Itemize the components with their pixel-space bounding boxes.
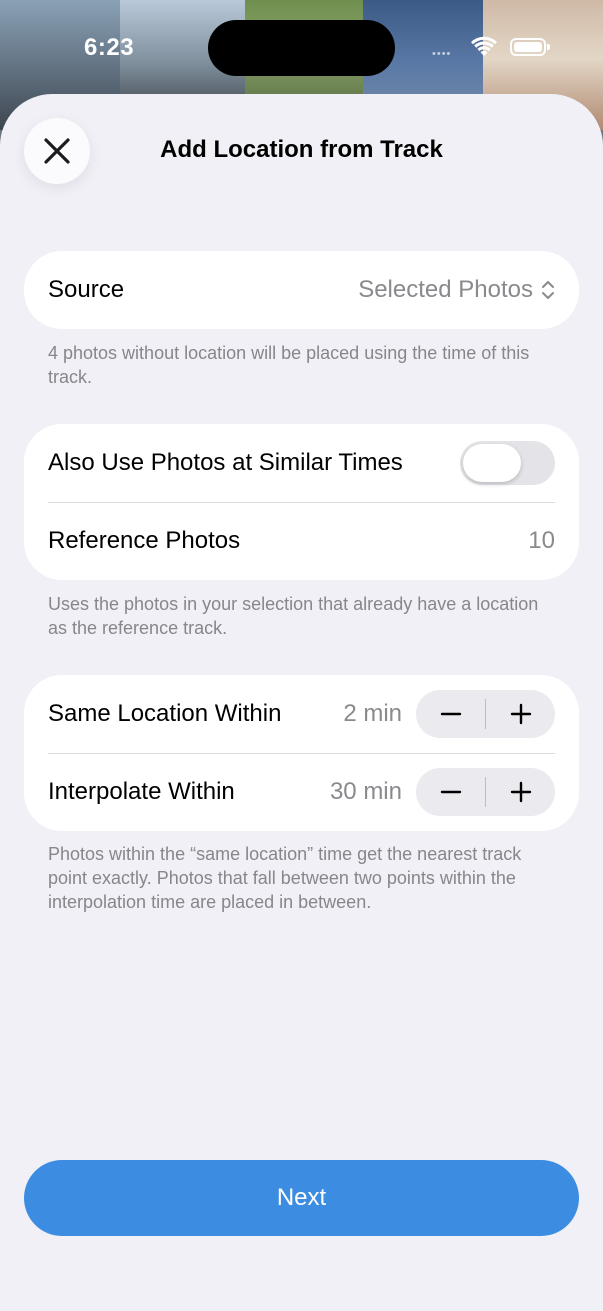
source-row[interactable]: Source Selected Photos: [24, 251, 579, 329]
reference-photos-row: Reference Photos 10: [24, 502, 579, 580]
interpolate-value: 30 min: [329, 778, 402, 805]
sheet-title: Add Location from Track: [160, 136, 443, 163]
next-button[interactable]: Next: [24, 1160, 579, 1236]
plus-icon: [510, 703, 531, 725]
interpolate-decrement-button[interactable]: [416, 768, 485, 816]
similar-times-card: Also Use Photos at Similar Times Referen…: [24, 424, 579, 580]
add-location-sheet: Add Location from Track Source Selected …: [0, 94, 603, 1311]
source-footnote: 4 photos without location will be placed…: [48, 343, 530, 387]
chevron-up-down-icon: [542, 281, 554, 299]
same-location-row: Same Location Within 2 min: [24, 675, 579, 753]
source-label: Source: [48, 276, 125, 303]
source-picker-value: Selected Photos: [358, 276, 533, 303]
source-picker[interactable]: Selected Photos: [358, 276, 555, 304]
battery-icon: [510, 38, 550, 56]
cellular-signal-icon: ••••: [432, 48, 452, 60]
wifi-icon: [471, 36, 497, 56]
minus-icon: [440, 790, 461, 794]
similar-times-toggle[interactable]: [460, 441, 555, 485]
interpolate-increment-button[interactable]: [486, 768, 555, 816]
similar-times-footnote: Uses the photos in your selection that a…: [48, 594, 539, 638]
dynamic-island: [208, 20, 395, 76]
reference-photos-count: 10: [528, 527, 555, 554]
status-bar: 6:23 ••••: [0, 0, 603, 96]
interpolate-stepper: [416, 768, 555, 816]
same-location-decrement-button[interactable]: [416, 690, 485, 738]
timing-footnote: Photos within the “same location” time g…: [48, 844, 522, 912]
similar-times-label: Also Use Photos at Similar Times: [48, 449, 403, 476]
toggle-knob: [463, 444, 521, 482]
same-location-stepper: [416, 690, 555, 738]
same-location-value: 2 min: [343, 700, 402, 727]
minus-icon: [440, 712, 461, 716]
similar-times-row: Also Use Photos at Similar Times: [24, 424, 579, 502]
source-card: Source Selected Photos: [24, 251, 579, 329]
same-location-increment-button[interactable]: [486, 690, 555, 738]
status-time: 6:23: [84, 34, 135, 61]
interpolate-label: Interpolate Within: [48, 778, 235, 805]
same-location-label: Same Location Within: [48, 700, 282, 727]
timing-card: Same Location Within 2 min Interpolate W…: [24, 675, 579, 831]
reference-photos-label: Reference Photos: [48, 527, 241, 554]
plus-icon: [510, 781, 531, 803]
interpolate-row: Interpolate Within 30 min: [24, 753, 579, 831]
